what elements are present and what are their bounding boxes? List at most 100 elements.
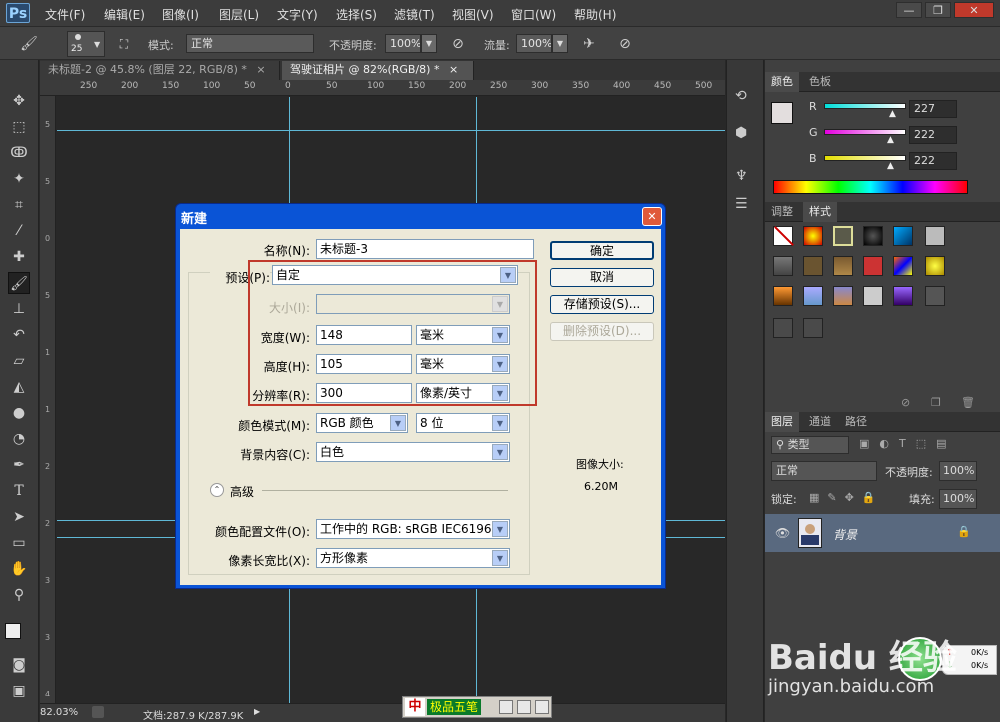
tab-color[interactable]: 颜色 <box>765 72 799 92</box>
slider-thumb-icon[interactable]: ▲ <box>887 161 894 171</box>
color-mode-select[interactable]: RGB 颜色 ▼ <box>316 413 408 433</box>
style-none-swatch[interactable] <box>773 226 794 246</box>
style-swatch[interactable] <box>803 286 823 306</box>
pressure-size-icon[interactable]: ⊘ <box>614 33 636 55</box>
hand-tool-icon[interactable]: ✋ <box>8 558 30 580</box>
tab-close-icon[interactable]: × <box>449 63 458 76</box>
style-swatch[interactable] <box>863 226 883 246</box>
brush-panel-icon[interactable]: ⛶ <box>113 33 135 55</box>
type-tool-icon[interactable]: T <box>8 480 30 502</box>
clone-stamp-icon[interactable]: ⊥ <box>8 298 30 320</box>
zoom-tool-icon[interactable]: ⚲ <box>8 584 30 606</box>
zoom-level[interactable]: 82.03% <box>40 707 78 718</box>
collapse-advanced-icon[interactable]: ⌃ <box>210 483 224 497</box>
red-value[interactable]: 227 <box>909 100 957 118</box>
style-swatch[interactable] <box>833 286 853 306</box>
style-swatch[interactable] <box>863 286 883 306</box>
dialog-close-button[interactable]: ✕ <box>642 207 662 226</box>
pen-tool-icon[interactable]: ✒ <box>8 454 30 476</box>
ime-button[interactable] <box>499 700 513 714</box>
3d-panel-icon[interactable]: ⬢ <box>735 125 747 141</box>
minimize-button[interactable]: — <box>896 2 922 18</box>
status-share-icon[interactable] <box>92 706 104 718</box>
blue-value[interactable]: 222 <box>909 152 957 170</box>
style-swatch[interactable] <box>773 256 793 276</box>
opacity-dropdown-icon[interactable]: ▼ <box>421 34 437 53</box>
status-arrow-icon[interactable]: ▶ <box>254 707 260 716</box>
mode-select[interactable]: 正常 <box>186 34 314 53</box>
marquee-tool-icon[interactable]: ⬚ <box>8 116 30 138</box>
cancel-button[interactable]: 取消 <box>550 268 654 287</box>
style-swatch[interactable] <box>773 318 793 338</box>
quick-mask-icon[interactable]: ◙ <box>8 654 30 676</box>
layer-filter-icons[interactable]: ▣◐T⬚▤ <box>859 437 957 450</box>
move-tool-icon[interactable]: ✥ <box>8 90 30 112</box>
flow-input[interactable]: 100% <box>516 34 552 53</box>
path-selection-icon[interactable]: ➤ <box>8 506 30 528</box>
opacity-input[interactable]: 100% <box>385 34 421 53</box>
menu-filter[interactable]: 滤镜(T) <box>394 6 435 23</box>
tab-swatches[interactable]: 色板 <box>803 72 837 92</box>
ime-button[interactable] <box>517 700 531 714</box>
layer-opacity-input[interactable]: 100% <box>939 461 977 481</box>
style-swatch[interactable] <box>925 286 945 306</box>
slider-thumb-icon[interactable]: ▲ <box>889 109 896 119</box>
menu-edit[interactable]: 编辑(E) <box>104 6 145 23</box>
clear-style-icon[interactable]: ⊘ <box>901 396 910 409</box>
history-panel-icon[interactable]: ⟲ <box>735 88 747 104</box>
green-value[interactable]: 222 <box>909 126 957 144</box>
slider-thumb-icon[interactable]: ▲ <box>887 135 894 145</box>
screen-mode-icon[interactable]: ▣ <box>8 680 30 702</box>
visibility-eye-icon[interactable]: 👁 <box>775 526 790 540</box>
properties-panel-icon[interactable]: ☰ <box>735 196 748 212</box>
eyedropper-icon[interactable]: ⁄ <box>8 220 30 242</box>
crop-tool-icon[interactable]: ⌗ <box>8 194 30 216</box>
history-brush-icon[interactable]: ↶ <box>8 324 30 346</box>
menu-help[interactable]: 帮助(H) <box>574 6 616 23</box>
color-spectrum-bar[interactable] <box>773 180 968 194</box>
ime-logo-icon[interactable]: 中 <box>405 698 425 716</box>
layer-name[interactable]: 背景 <box>833 526 857 543</box>
tab-untitled-2[interactable]: 未标题-2 @ 45.8% (图层 22, RGB/8) * × <box>40 61 280 80</box>
brush-preset-picker[interactable]: 25 ▼ <box>67 31 105 57</box>
save-preset-button[interactable]: 存储预设(S)... <box>550 295 654 314</box>
menu-view[interactable]: 视图(V) <box>452 6 494 23</box>
brush-tool-icon[interactable]: 🖌 <box>8 272 30 294</box>
bit-depth-select[interactable]: 8 位 ▼ <box>416 413 510 433</box>
brush-tool-icon[interactable]: 🖌 <box>18 33 40 55</box>
style-swatch[interactable] <box>863 256 883 276</box>
airbrush-icon[interactable]: ✈ <box>578 33 600 55</box>
ime-button[interactable] <box>535 700 549 714</box>
pressure-opacity-icon[interactable]: ⊘ <box>447 33 469 55</box>
tab-close-icon[interactable]: × <box>256 63 265 76</box>
tab-adjustments[interactable]: 调整 <box>765 202 799 222</box>
rectangle-tool-icon[interactable]: ▭ <box>8 532 30 554</box>
style-swatch[interactable] <box>925 226 945 246</box>
name-input[interactable]: 未标题-3 <box>316 239 534 259</box>
delete-style-icon[interactable]: 🗑 <box>961 396 975 409</box>
tab-channels[interactable]: 通道 <box>803 412 837 432</box>
advanced-label[interactable]: 高级 <box>230 483 254 500</box>
foreground-color-swatch[interactable] <box>5 623 21 639</box>
paint-bucket-icon[interactable]: ◭ <box>8 376 30 398</box>
background-select[interactable]: 白色 ▼ <box>316 442 510 462</box>
brush-presets-icon[interactable]: ♆ <box>735 168 748 184</box>
menu-file[interactable]: 文件(F) <box>45 6 85 23</box>
fill-input[interactable]: 100% <box>939 489 977 509</box>
style-swatch[interactable] <box>833 256 853 276</box>
style-swatch[interactable] <box>893 256 913 276</box>
restore-button[interactable]: ❐ <box>925 2 951 18</box>
ok-button[interactable]: 确定 <box>550 241 654 260</box>
dodge-tool-icon[interactable]: ◔ <box>8 428 30 450</box>
eraser-tool-icon[interactable]: ▱ <box>8 350 30 372</box>
style-swatch[interactable] <box>893 286 913 306</box>
lasso-tool-icon[interactable]: ↂ <box>8 142 30 164</box>
style-swatch[interactable] <box>803 256 823 276</box>
style-swatch[interactable] <box>773 286 793 306</box>
menu-window[interactable]: 窗口(W) <box>511 6 556 23</box>
menu-layer[interactable]: 图层(L) <box>219 6 259 23</box>
menu-select[interactable]: 选择(S) <box>336 6 377 23</box>
tab-license-photo[interactable]: 驾驶证相片 @ 82%(RGB/8) * × <box>282 61 474 80</box>
new-style-icon[interactable]: ❐ <box>931 396 941 409</box>
menu-type[interactable]: 文字(Y) <box>277 6 318 23</box>
